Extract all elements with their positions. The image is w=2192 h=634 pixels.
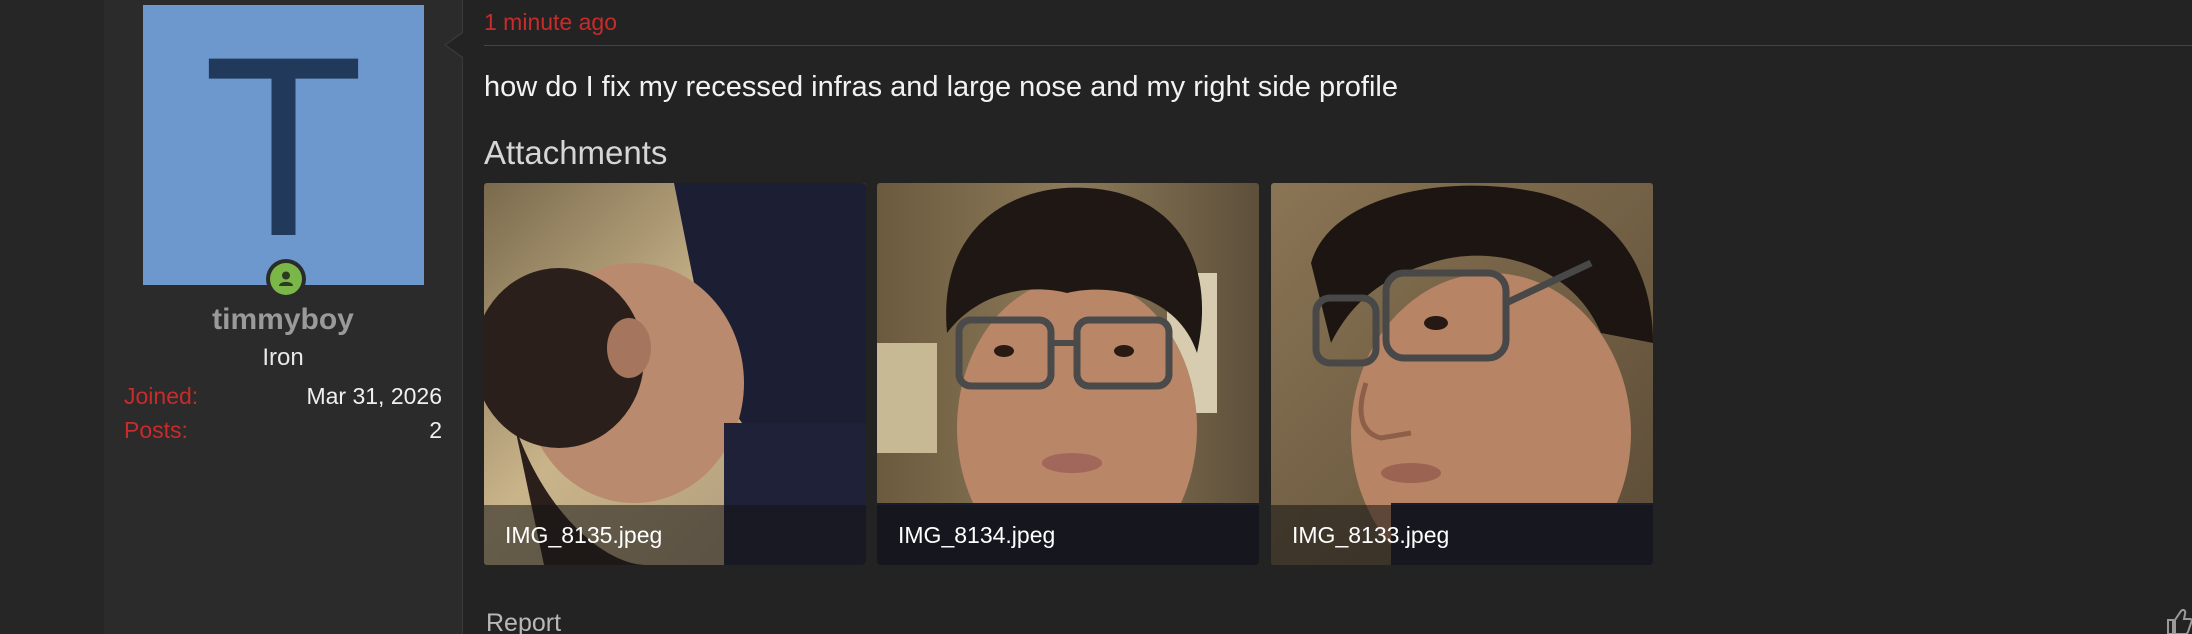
attachment-filename: IMG_8134.jpeg (898, 522, 1056, 548)
online-status-icon (266, 259, 306, 299)
posts-stat: Posts: 2 (124, 417, 442, 447)
left-gutter (0, 0, 105, 634)
attachment-filename: IMG_8133.jpeg (1292, 522, 1450, 548)
attachment-thumbnail[interactable]: IMG_8135.jpeg (484, 183, 866, 565)
report-link[interactable]: Report (486, 609, 561, 634)
post-author-column: T timmyboy Iron Joined: Mar 31, 2026 Pos… (104, 0, 463, 634)
attachments-heading: Attachments (484, 134, 668, 171)
posts-label: Posts: (124, 417, 188, 443)
header-divider (484, 45, 2192, 46)
posts-value: 2 (429, 417, 442, 443)
username[interactable]: timmyboy (104, 303, 462, 337)
thumbs-up-icon[interactable] (2164, 608, 2192, 634)
attachment-filename: IMG_8135.jpeg (505, 522, 663, 548)
avatar[interactable]: T (143, 5, 424, 285)
attachment-thumbnail[interactable]: IMG_8133.jpeg (1271, 183, 1653, 565)
user-rank: Iron (262, 344, 304, 371)
post-timestamp[interactable]: 1 minute ago (484, 9, 617, 36)
joined-stat: Joined: Mar 31, 2026 (124, 383, 442, 413)
post-message: how do I fix my recessed infras and larg… (484, 71, 1398, 103)
avatar-letter: T (209, 11, 358, 293)
joined-label: Joined: (124, 383, 199, 409)
forum-post: T timmyboy Iron Joined: Mar 31, 2026 Pos… (0, 0, 2192, 634)
joined-value: Mar 31, 2026 (306, 383, 442, 409)
attachment-thumbnail[interactable]: IMG_8134.jpeg (877, 183, 1259, 565)
